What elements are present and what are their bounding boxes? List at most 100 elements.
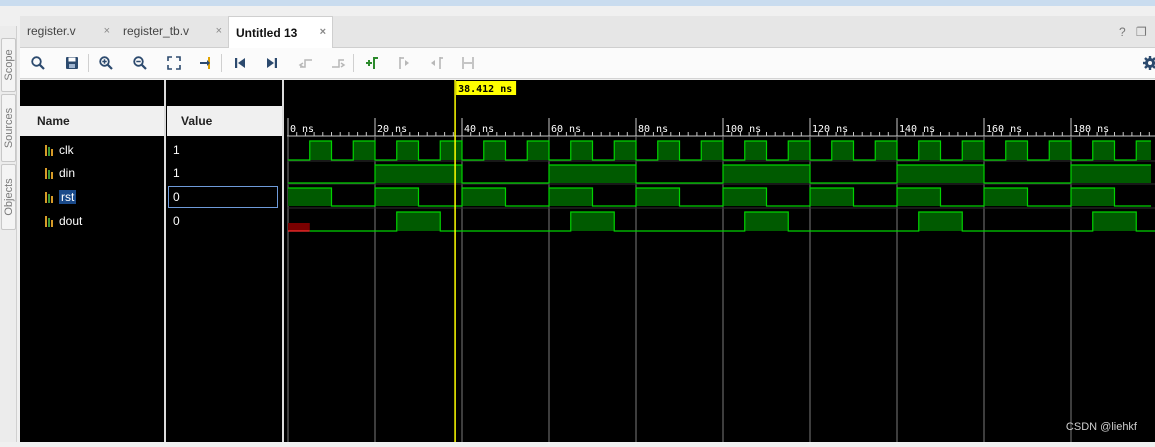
waveform-toolbar xyxy=(20,48,1155,79)
side-tab-objects[interactable]: Objects xyxy=(1,164,16,230)
next-marker-icon[interactable] xyxy=(426,53,446,73)
value-column: Value 1 1 0 0 xyxy=(167,80,282,442)
waveform-canvas[interactable]: 0 ns 20 ns 40 ns 60 ns 80 ns 100 ns 120 ns 140 … xyxy=(287,80,1155,442)
signal-icon xyxy=(45,191,53,203)
save-icon[interactable] xyxy=(62,53,82,73)
time-tick-label: 60 ns xyxy=(551,124,581,135)
side-tab-scope[interactable]: Scope xyxy=(1,38,16,92)
rst-high-fill xyxy=(462,188,506,206)
signal-name: dout xyxy=(59,214,83,228)
tab-register-v[interactable]: register.v × xyxy=(20,16,116,46)
clk-high-fill xyxy=(1005,141,1028,160)
time-tick-label: 120 ns xyxy=(812,124,848,135)
signal-name: clk xyxy=(59,143,74,157)
clk-high-fill xyxy=(1136,141,1152,160)
go-to-start-icon[interactable] xyxy=(230,53,250,73)
name-column: Name clk din rst dout xyxy=(20,80,165,442)
signal-name: rst xyxy=(59,190,77,204)
time-tick-label: 0 ns xyxy=(290,124,314,135)
column-divider[interactable] xyxy=(282,80,284,442)
clk-high-fill xyxy=(614,141,636,160)
dout-high-fill xyxy=(570,212,615,231)
time-tick-label: 160 ns xyxy=(986,124,1022,135)
clk-high-fill xyxy=(483,141,506,160)
time-ruler-bg xyxy=(287,80,1155,136)
din-high-fill xyxy=(1071,165,1152,183)
waveform-svg: 0 ns 20 ns 40 ns 60 ns 80 ns 100 ns 120 ns 140 … xyxy=(287,80,1155,442)
signal-icon xyxy=(45,144,53,156)
prev-transition-icon[interactable] xyxy=(296,53,316,73)
rst-high-fill xyxy=(288,188,332,206)
zoom-in-icon[interactable] xyxy=(96,53,116,73)
prev-marker-icon[interactable] xyxy=(394,53,414,73)
time-tick-label: 100 ns xyxy=(725,124,761,135)
value-cell: 0 xyxy=(173,214,180,228)
swap-cursors-icon[interactable] xyxy=(458,53,478,73)
side-tab-label: Objects xyxy=(2,178,15,216)
clk-high-fill xyxy=(831,141,854,160)
next-transition-icon[interactable] xyxy=(328,53,348,73)
dout-high-fill xyxy=(744,212,789,231)
close-icon[interactable]: × xyxy=(320,26,326,38)
signal-row-rst[interactable]: rst xyxy=(45,186,77,208)
clk-high-fill xyxy=(788,141,810,160)
name-header[interactable]: Name xyxy=(20,106,165,136)
dout-high-fill xyxy=(1092,212,1137,231)
close-icon[interactable]: × xyxy=(104,25,110,37)
search-icon[interactable] xyxy=(28,53,48,73)
rst-high-fill xyxy=(984,188,1028,206)
selected-value-box[interactable] xyxy=(168,186,278,208)
time-tick-label: 20 ns xyxy=(377,124,407,135)
dout-high-fill xyxy=(396,212,441,231)
tab-label: register_tb.v xyxy=(123,24,190,38)
clk-high-fill xyxy=(701,141,723,160)
tab-label: register.v xyxy=(27,24,76,38)
signal-row-dout[interactable]: dout xyxy=(45,210,82,232)
toolbar-separator xyxy=(221,54,222,72)
dout-high-fill xyxy=(918,212,963,231)
waveform-panel: Name clk din rst dout Value 1 1 0 0 0 ns… xyxy=(20,80,1155,442)
signal-icon xyxy=(45,215,53,227)
signal-icon xyxy=(45,167,53,179)
time-tick-label: 80 ns xyxy=(638,124,668,135)
clk-high-fill xyxy=(962,141,984,160)
clk-high-fill xyxy=(309,141,332,160)
cursor-time-label: 38.412 ns xyxy=(458,84,512,95)
time-tick-label: 180 ns xyxy=(1073,124,1109,135)
signal-row-clk[interactable]: clk xyxy=(45,139,74,161)
tab-untitled-13[interactable]: Untitled 13 × xyxy=(228,16,333,48)
rst-high-fill xyxy=(897,188,941,206)
go-to-cursor-icon[interactable] xyxy=(196,53,216,73)
zoom-fit-icon[interactable] xyxy=(164,53,184,73)
rst-high-fill xyxy=(723,188,767,206)
clk-high-fill xyxy=(527,141,549,160)
top-strip xyxy=(0,0,1155,6)
go-to-end-icon[interactable] xyxy=(262,53,282,73)
din-high-fill xyxy=(897,165,984,183)
help-icon[interactable]: ? xyxy=(1119,25,1126,39)
value-header[interactable]: Value xyxy=(167,106,282,136)
add-marker-icon[interactable] xyxy=(362,53,382,73)
side-tab-label: Scope xyxy=(2,49,15,81)
clk-high-fill xyxy=(440,141,462,160)
clk-high-fill xyxy=(744,141,767,160)
clk-high-fill xyxy=(918,141,941,160)
side-tab-strip: Scope Sources Objects xyxy=(0,26,17,442)
time-tick-label: 40 ns xyxy=(464,124,494,135)
clk-high-fill xyxy=(657,141,680,160)
restore-icon[interactable]: ❐ xyxy=(1136,25,1147,39)
rst-high-fill xyxy=(549,188,593,206)
column-divider[interactable] xyxy=(164,80,166,442)
signal-row-din[interactable]: din xyxy=(45,162,75,184)
side-tab-sources[interactable]: Sources xyxy=(1,94,16,162)
clk-high-fill xyxy=(353,141,375,160)
tab-register-tb-v[interactable]: register_tb.v × xyxy=(116,16,228,46)
din-high-fill xyxy=(375,165,462,183)
toolbar-separator xyxy=(88,54,89,72)
gear-icon[interactable] xyxy=(1140,53,1155,73)
din-high-fill xyxy=(723,165,810,183)
rst-high-fill xyxy=(1071,188,1115,206)
side-tab-label: Sources xyxy=(2,107,15,149)
close-icon[interactable]: × xyxy=(216,25,222,37)
zoom-out-icon[interactable] xyxy=(130,53,150,73)
